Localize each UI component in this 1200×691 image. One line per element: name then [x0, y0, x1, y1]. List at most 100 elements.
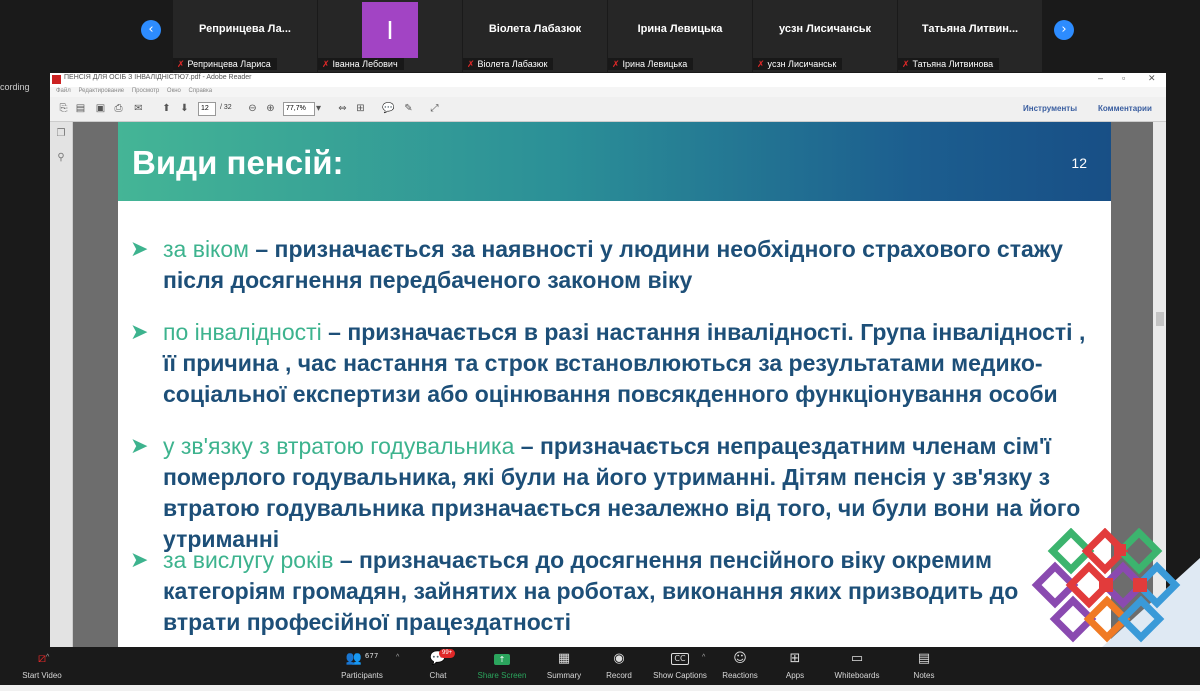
reader-toolbar: ⎘ ▤ ▣ ⎙ ✉ ⬆ ⬇ 12 / 32 ⊖ ⊕ 77,7% ▾ ⇔ ⊞ 💬 … — [50, 97, 1166, 122]
arrow-bullet-icon: ➤ — [130, 237, 149, 262]
fit-width-icon[interactable]: ⊞ — [354, 102, 367, 115]
participant-tile[interactable]: Ірина Левицька ✗ Ірина Левицька — [608, 0, 752, 72]
participant-name: Ірина Левицька — [637, 23, 723, 35]
bullet-term: за вислугу років — [163, 547, 334, 573]
menu-file[interactable]: Файл — [56, 88, 71, 94]
arrow-bullet-icon: ➤ — [130, 434, 149, 459]
minimize-icon[interactable]: – — [1098, 73, 1103, 83]
participant-label: ✗ Іванна Лебович — [318, 58, 404, 70]
participant-name: Віолета Лабазюк — [488, 23, 582, 35]
participant-tile[interactable]: Татьяна Литвин... ✗ Татьяна Литвинова — [898, 0, 1042, 72]
next-page-arrow-icon[interactable]: › — [1054, 20, 1074, 40]
participant-name: Татьяна Литвин... — [921, 23, 1019, 35]
video-off-icon: ⧄ — [37, 651, 47, 666]
participant-name: усзн Лисичанськ — [778, 23, 872, 35]
highlight-icon[interactable]: ✎ — [402, 102, 415, 115]
participant-tile[interactable]: Репринцева Ла... ✗ Репринцева Лариса — [173, 0, 317, 72]
participant-tile[interactable]: Віолета Лабазюк ✗ Віолета Лабазюк — [463, 0, 607, 72]
email-icon[interactable]: ✉ — [132, 102, 145, 115]
start-video-button[interactable]: ⧄ Start Video — [7, 650, 77, 680]
pdf-reader-window: ПЕНСІЯ ДЛЯ ОСІБ З ІНВАЛІДНІСТЮ7.pdf - Ad… — [50, 73, 1166, 647]
whiteboard-icon: ▭ — [850, 651, 864, 666]
arrow-bullet-icon: ➤ — [130, 548, 149, 573]
participant-label: ✗ Ірина Левицька — [608, 58, 694, 70]
participants-options-caret-icon[interactable]: ^ — [396, 654, 399, 661]
apps-icon: ⊞ — [789, 651, 801, 666]
navigation-rail: ❐ ⚲ — [50, 122, 73, 647]
bottom-edge — [0, 685, 1200, 691]
muted-mic-icon: ✗ — [467, 59, 475, 69]
attachments-icon[interactable]: ⚲ — [55, 152, 67, 164]
recording-label: cording — [0, 82, 30, 92]
print-icon[interactable]: ⎙ — [112, 102, 125, 115]
participant-tile[interactable]: усзн Лисичанськ ✗ усзн Лисичанськ — [753, 0, 897, 72]
expand-icon[interactable]: ⤢ — [428, 102, 441, 115]
window-title: ПЕНСІЯ ДЛЯ ОСІБ З ІНВАЛІДНІСТЮ7.pdf - Ad… — [64, 74, 252, 81]
zoom-in-icon[interactable]: ⊕ — [264, 102, 277, 115]
muted-mic-icon: ✗ — [757, 59, 765, 69]
ornament-pattern — [1031, 528, 1181, 643]
save-icon[interactable]: ▣ — [94, 102, 107, 115]
arrow-bullet-icon: ➤ — [130, 320, 149, 345]
menu-help[interactable]: Справка — [189, 88, 213, 94]
record-button[interactable]: ◉ Record — [584, 650, 654, 680]
participant-strip: ‹ Репринцева Ла... ✗ Репринцева Лариса I … — [0, 0, 1200, 72]
muted-mic-icon: ✗ — [177, 59, 185, 69]
share-screen-button[interactable]: ↑ Share Screen — [467, 650, 537, 680]
share-screen-icon: ↑ — [467, 650, 537, 668]
muted-mic-icon: ✗ — [322, 59, 330, 69]
zoom-out-icon[interactable]: ⊖ — [246, 102, 259, 115]
scrollbar-thumb[interactable] — [1156, 312, 1164, 326]
muted-mic-icon: ✗ — [612, 59, 620, 69]
open-icon[interactable]: ▤ — [74, 102, 87, 115]
comments-link[interactable]: Комментарии — [1098, 104, 1152, 113]
video-options-caret-icon[interactable]: ^ — [46, 654, 49, 661]
participant-label: ✗ Татьяна Литвинова — [898, 58, 1000, 70]
create-pdf-icon[interactable]: ⎘ — [57, 102, 70, 115]
participant-label: ✗ усзн Лисичанськ — [753, 58, 843, 70]
close-icon[interactable]: ✕ — [1148, 73, 1156, 84]
notes-icon: ▤ — [917, 651, 931, 666]
whiteboards-button[interactable]: ▭ Whiteboards — [822, 650, 892, 680]
pdf-file-icon — [52, 75, 61, 84]
participant-name: Репринцева Ла... — [199, 23, 291, 35]
fit-page-icon[interactable]: ⇔ — [336, 102, 349, 115]
window-title-bar: ПЕНСІЯ ДЛЯ ОСІБ З ІНВАЛІДНІСТЮ7.pdf - Ad… — [50, 73, 1166, 87]
zoom-level-input[interactable]: 77,7% — [283, 102, 315, 116]
ornament-logo — [1031, 528, 1200, 658]
next-page-icon[interactable]: ⬇ — [178, 102, 191, 115]
menu-window[interactable]: Окно — [167, 88, 181, 94]
tools-link[interactable]: Инструменты — [1023, 104, 1077, 113]
slide-header: Види пенсій: 12 — [118, 122, 1111, 201]
slide-number: 12 — [1071, 155, 1087, 171]
notes-button[interactable]: ▤ Notes — [889, 650, 959, 680]
previous-page-arrow-icon[interactable]: ‹ — [141, 20, 161, 40]
apps-button[interactable]: ⊞ Apps — [760, 650, 830, 680]
document-viewport[interactable]: Види пенсій: 12 ➤ за віком – призначаєть… — [73, 122, 1153, 647]
participant-tile[interactable]: I ✗ Іванна Лебович — [318, 0, 462, 72]
slide-page: Види пенсій: 12 ➤ за віком – призначаєть… — [118, 122, 1111, 647]
bullet-term: за віком — [163, 236, 249, 262]
zoom-dropdown-icon[interactable]: ▾ — [312, 102, 325, 115]
pages-panel-icon[interactable]: ❐ — [55, 128, 67, 140]
bullet-text: – призначається за наявності у людини не… — [163, 236, 1063, 293]
participant-label: ✗ Репринцева Лариса — [173, 58, 277, 70]
page-total: / 32 — [220, 104, 232, 111]
previous-page-icon[interactable]: ⬆ — [160, 102, 173, 115]
bullet-term: у зв'язку з втратою годувальника — [163, 433, 515, 459]
menu-edit[interactable]: Редактирование — [78, 88, 124, 94]
participants-button[interactable]: 👥 677 Participants — [327, 650, 397, 680]
participant-label: ✗ Віолета Лабазюк — [463, 58, 554, 70]
avatar: I — [362, 2, 418, 58]
participants-icon: 👥 677 — [345, 651, 379, 666]
maximize-icon[interactable]: ▫ — [1122, 73, 1125, 83]
chat-icon: 💬 — [429, 651, 447, 666]
record-icon: ◉ — [613, 651, 625, 666]
menu-view[interactable]: Просмотр — [132, 88, 159, 94]
chat-unread-badge: 99+ — [439, 649, 456, 658]
chat-button[interactable]: 💬 99+ Chat — [403, 649, 473, 680]
page-number-input[interactable]: 12 — [198, 102, 216, 116]
menu-bar: Файл Редактирование Просмотр Окно Справк… — [50, 87, 1166, 97]
comment-icon[interactable]: 💬 — [382, 102, 395, 115]
slide-title: Види пенсій: — [132, 144, 344, 181]
